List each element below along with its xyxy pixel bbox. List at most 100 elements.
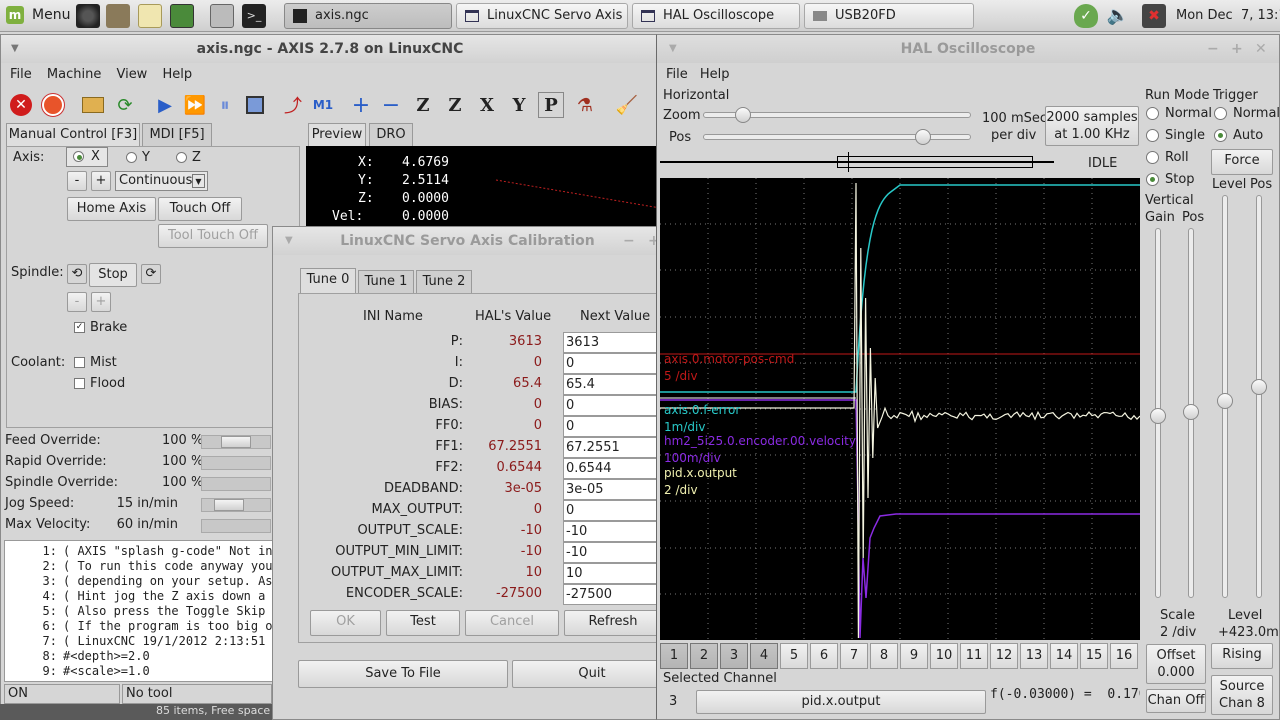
tab-tune-0[interactable]: Tune 0: [300, 268, 356, 294]
zoom-slider-knob[interactable]: [735, 107, 751, 123]
channel-16-button[interactable]: 16: [1110, 643, 1138, 669]
spindle-stop-button[interactable]: Stop: [89, 263, 137, 287]
text-editor-launcher-icon[interactable]: [138, 4, 162, 28]
calibration-titlebar[interactable]: ▼ LinuxCNC Servo Axis Calibration − +: [273, 227, 662, 255]
window-menu-icon[interactable]: ▼: [11, 35, 19, 63]
minimize-icon[interactable]: −: [623, 227, 635, 255]
rotate-view-icon[interactable]: ⚗: [572, 92, 598, 118]
tab-tune-1[interactable]: Tune 1: [358, 270, 414, 294]
run-normal-radio[interactable]: [1146, 107, 1159, 120]
axis-y-radio[interactable]: [126, 152, 137, 163]
brake-checkbox[interactable]: ✓: [74, 322, 85, 333]
run-single-radio[interactable]: [1146, 129, 1159, 142]
view-x-icon[interactable]: X: [474, 92, 500, 118]
ok-button[interactable]: OK: [310, 610, 381, 636]
mist-checkbox[interactable]: [74, 357, 85, 368]
channel-11-button[interactable]: 11: [960, 643, 988, 669]
menu-help[interactable]: Help: [162, 67, 192, 82]
network-disconnected-icon[interactable]: ✖: [1142, 4, 1166, 28]
step-icon[interactable]: ⏩: [182, 92, 208, 118]
next-value-input[interactable]: -10: [563, 542, 662, 563]
offset-button[interactable]: Offset 0.000: [1146, 644, 1206, 684]
channel-4-button[interactable]: 4: [750, 643, 778, 669]
channel-10-button[interactable]: 10: [930, 643, 958, 669]
next-value-input[interactable]: 0: [563, 353, 662, 374]
channel-12-button[interactable]: 12: [990, 643, 1018, 669]
maximize-icon[interactable]: +: [1231, 35, 1243, 63]
override-slider-knob[interactable]: [221, 436, 251, 448]
machine-power-icon[interactable]: [40, 92, 66, 118]
channel-15-button[interactable]: 15: [1080, 643, 1108, 669]
window-menu-icon[interactable]: ▼: [285, 227, 293, 255]
spindle-faster-button[interactable]: +: [91, 292, 111, 312]
zoom-in-icon[interactable]: +: [348, 92, 374, 118]
optional-stop-icon[interactable]: M1: [310, 92, 336, 118]
zoom-out-icon[interactable]: −: [378, 92, 404, 118]
channel-5-button[interactable]: 5: [780, 643, 808, 669]
next-value-input[interactable]: 3e-05: [563, 479, 662, 500]
clock[interactable]: Mon Dec 7, 13:16: [1176, 8, 1280, 23]
tool-touch-off-button[interactable]: Tool Touch Off: [158, 224, 268, 248]
quit-button[interactable]: Quit: [512, 660, 672, 688]
tab-dro[interactable]: DRO: [369, 123, 413, 147]
trigger-pos-slider-knob[interactable]: [1251, 379, 1267, 395]
trigger-level-slider-knob[interactable]: [1217, 393, 1233, 409]
tab-tune-2[interactable]: Tune 2: [416, 270, 472, 294]
next-value-input[interactable]: -27500: [563, 584, 662, 605]
preview-canvas[interactable]: X: 4.6769 Y: 2.5114 Z: 0.0000 Vel: 0.0000: [306, 146, 660, 230]
terminal-launcher-icon[interactable]: >_: [242, 4, 266, 28]
menu-file[interactable]: File: [10, 67, 32, 82]
channel-3-button[interactable]: 3: [720, 643, 748, 669]
show-desktop-icon[interactable]: [210, 4, 234, 28]
axis-titlebar[interactable]: ▼ axis.ngc - AXIS 2.7.8 on LinuxCNC: [1, 35, 659, 63]
selected-channel-source-button[interactable]: pid.x.output: [696, 690, 986, 714]
menu-view[interactable]: View: [116, 67, 147, 82]
save-to-file-button[interactable]: Save To File: [298, 660, 508, 688]
scope-display[interactable]: axis.0.motor-pos-cmd 5 /div axis.0.f-error…: [660, 178, 1140, 640]
run-icon[interactable]: ▶: [152, 92, 178, 118]
reload-icon[interactable]: ⟳: [112, 92, 138, 118]
next-value-input[interactable]: 0: [563, 500, 662, 521]
next-value-input[interactable]: -10: [563, 521, 662, 542]
view-p-icon[interactable]: P: [538, 92, 564, 118]
jog-minus-button[interactable]: -: [67, 171, 87, 191]
next-value-input[interactable]: 10: [563, 563, 662, 584]
spindle-ccw-icon[interactable]: ⟲: [67, 264, 87, 284]
run-roll-radio[interactable]: [1146, 151, 1159, 164]
axis-x-option[interactable]: X: [66, 147, 108, 167]
scope-menu-file[interactable]: File: [666, 67, 688, 82]
tab-preview[interactable]: Preview: [308, 123, 366, 147]
channel-2-button[interactable]: 2: [690, 643, 718, 669]
next-value-input[interactable]: 0.6544: [563, 458, 662, 479]
gimp-launcher-icon[interactable]: [106, 4, 130, 28]
channel-13-button[interactable]: 13: [1020, 643, 1048, 669]
gain-slider-knob[interactable]: [1150, 408, 1166, 424]
task-hal-oscilloscope[interactable]: HAL Oscilloscope: [632, 3, 800, 29]
next-value-input[interactable]: 3613: [563, 332, 662, 353]
next-value-input[interactable]: 65.4: [563, 374, 662, 395]
next-value-input[interactable]: 0: [563, 416, 662, 437]
touch-off-button[interactable]: Touch Off: [158, 197, 242, 221]
gcode-listing[interactable]: 1: ( AXIS "splash g-code" Not int 2: ( To r…: [4, 540, 294, 682]
volume-icon[interactable]: 🔈: [1106, 4, 1130, 28]
override-slider[interactable]: [201, 456, 271, 470]
trigger-pos-slider[interactable]: [1256, 195, 1262, 598]
stop-icon[interactable]: [242, 92, 268, 118]
view-y-icon[interactable]: Y: [506, 92, 532, 118]
view-z-icon[interactable]: Z: [410, 92, 436, 118]
open-file-icon[interactable]: [80, 92, 106, 118]
system-monitor-launcher-icon[interactable]: [170, 4, 194, 28]
channel-1-button[interactable]: 1: [660, 643, 688, 669]
trigger-source-button[interactable]: Source Chan 8: [1211, 675, 1273, 715]
home-axis-button[interactable]: Home Axis: [67, 197, 156, 221]
run-stop-radio[interactable]: [1146, 173, 1159, 186]
scope-titlebar[interactable]: ▼ HAL Oscilloscope − + ✕: [657, 35, 1279, 63]
channel-9-button[interactable]: 9: [900, 643, 928, 669]
spindle-slower-button[interactable]: -: [67, 292, 87, 312]
spindle-cw-icon[interactable]: ⟳: [141, 264, 161, 284]
next-value-input[interactable]: 0: [563, 395, 662, 416]
menu-button[interactable]: m Menu: [2, 3, 70, 29]
next-value-input[interactable]: 67.2551: [563, 437, 662, 458]
cancel-button[interactable]: Cancel: [465, 610, 559, 636]
channel-14-button[interactable]: 14: [1050, 643, 1078, 669]
